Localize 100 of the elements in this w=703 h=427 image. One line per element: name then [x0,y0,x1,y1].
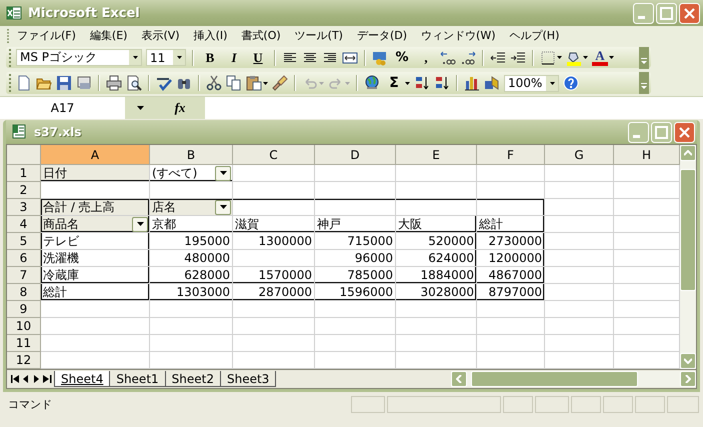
column-header[interactable]: D [315,145,396,165]
row-header[interactable]: 12 [7,352,41,369]
print-preview-icon[interactable] [126,75,142,91]
column-header[interactable]: H [614,145,680,165]
scrollbar-thumb[interactable] [680,169,696,291]
clipboard-icon[interactable] [246,75,262,91]
caret-icon[interactable] [132,56,138,59]
menu-item[interactable]: 書式(O) [234,27,288,44]
copy-icon[interactable] [226,75,242,91]
drawing-shapes-icon[interactable] [484,75,500,91]
autosum-button[interactable]: Σ [384,75,404,91]
caret-icon[interactable] [136,106,144,110]
currency-icon[interactable] [372,50,388,66]
pivot-field[interactable]: 日付 [41,165,150,182]
sheet-tab[interactable]: Sheet1 [109,371,166,387]
help-icon[interactable] [563,75,579,91]
row-header[interactable]: 5 [7,233,41,250]
menu-item[interactable]: 表示(V) [134,27,187,44]
pivot-field[interactable]: 商品名 [41,216,150,233]
sheet-tab[interactable]: Sheet4 [54,371,110,387]
filter-dropdown[interactable]: (すべて) [150,165,233,182]
row-header[interactable]: 11 [7,335,41,352]
spell-check-icon[interactable] [156,75,172,91]
toolbar-options-icon[interactable] [639,46,649,68]
decrease-indent-icon[interactable] [490,50,506,66]
row-header[interactable]: 3 [7,199,41,216]
menu-item[interactable]: ツール(T) [288,27,350,44]
toolbar-grip[interactable] [8,48,12,66]
dropdown-button[interactable] [132,216,148,232]
menu-item[interactable]: 挿入(I) [186,27,234,44]
row-header[interactable]: 2 [7,182,41,199]
font-size-dropdown[interactable]: 11 [146,49,186,66]
name-box-dropdown[interactable] [125,97,155,119]
menu-item[interactable]: データ(D) [350,27,414,44]
menu-item[interactable]: ヘルプ(H) [502,27,566,44]
document-icon[interactable] [76,75,92,91]
printer-icon[interactable] [106,75,122,91]
dropdown-button[interactable] [215,200,231,214]
pivot-field[interactable]: 店名 [150,199,233,216]
toolbar-options-icon[interactable] [639,72,649,94]
merge-center-icon[interactable] [342,50,358,66]
menu-item[interactable]: ファイル(F) [10,27,83,44]
paintbrush-icon[interactable] [272,75,288,91]
italic-button[interactable]: I [224,50,244,66]
sort-ascending-icon[interactable] [414,75,430,91]
row-header[interactable]: 1 [7,165,41,182]
increase-indent-icon[interactable] [510,50,526,66]
caret-icon[interactable] [405,82,410,84]
row-header[interactable]: 7 [7,267,41,284]
increase-decimal-icon[interactable] [440,50,456,66]
row-header[interactable]: 4 [7,216,41,233]
caret-icon[interactable] [176,56,182,59]
column-header[interactable]: A [41,145,150,165]
caret-icon[interactable] [583,56,588,59]
globe-icon[interactable] [364,75,380,91]
percent-button[interactable]: % [392,50,412,65]
fill-color-icon[interactable] [566,50,582,66]
horizontal-scrollbar[interactable] [451,371,696,387]
menu-item[interactable]: 編集(E) [82,27,134,44]
borders-icon[interactable] [540,50,556,66]
toolbar-grip[interactable] [8,74,12,92]
caret-icon[interactable] [136,222,144,226]
scissors-icon[interactable] [206,75,222,91]
sort-descending-icon[interactable] [434,75,450,91]
underline-button[interactable]: U [248,50,268,66]
font-dropdown[interactable]: MS Pゴシック [16,49,142,66]
caret-icon[interactable] [609,56,614,59]
first-sheet-icon[interactable] [9,373,20,385]
last-sheet-icon[interactable] [42,373,53,385]
caret-icon[interactable] [263,82,268,84]
row-header[interactable]: 6 [7,250,41,267]
column-header[interactable]: F [477,145,545,165]
bar-chart-icon[interactable] [464,75,480,91]
close-icon[interactable] [674,122,695,142]
row-header[interactable]: 10 [7,318,41,335]
toolbar-grip[interactable] [6,28,10,42]
close-icon[interactable] [679,2,700,24]
row-header[interactable]: 8 [7,284,41,301]
caret-icon[interactable] [550,82,554,84]
bold-button[interactable]: B [200,50,220,66]
column-header[interactable]: G [545,145,614,165]
decrease-decimal-icon[interactable] [460,50,476,66]
dropdown-button[interactable] [215,166,231,180]
zoom-dropdown[interactable]: 100% [504,74,559,92]
scrollbar-thumb[interactable] [471,371,638,387]
column-header[interactable]: E [396,145,477,165]
comma-button[interactable]: , [416,50,436,66]
caret-icon[interactable] [557,56,562,59]
sheet-tab[interactable]: Sheet2 [164,371,221,387]
column-header[interactable]: B [150,145,233,165]
menu-item[interactable]: ウィンドウ(W) [414,27,502,44]
column-header[interactable]: C [233,145,315,165]
pivot-field[interactable]: 合計 / 売上高 [41,199,150,216]
sheet-tab[interactable]: Sheet3 [220,371,276,387]
blank-page-icon[interactable] [16,75,32,91]
caret-icon[interactable] [220,205,226,209]
row-header[interactable]: 9 [7,301,41,318]
font-color-button[interactable]: A [592,50,608,66]
caret-icon[interactable] [220,171,226,175]
insert-function-button[interactable]: fx [155,97,205,119]
